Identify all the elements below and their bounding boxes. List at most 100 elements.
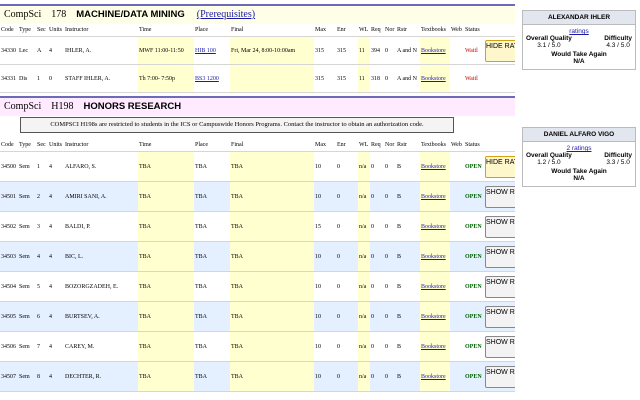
cell-final: TBA: [230, 271, 314, 302]
cell-instructor: BIC, L.: [64, 241, 138, 272]
column-header-textbooks: Textbooks: [420, 24, 450, 37]
cell-rstr: B: [396, 361, 420, 392]
column-header-wl: WL: [358, 139, 370, 152]
cell-req: 0: [370, 211, 384, 242]
column-header-rating: [484, 139, 515, 152]
cell-place[interactable]: HIB 100: [194, 36, 230, 65]
cell-textbooks[interactable]: Bookstore: [420, 331, 450, 362]
cell-status: OPEN: [464, 241, 484, 272]
cell-wl: n/a: [358, 181, 370, 212]
cell-req: 0: [370, 301, 384, 332]
cell-web: [450, 331, 464, 362]
column-header-time: Time: [138, 139, 194, 152]
cell-sec: 8: [36, 361, 48, 392]
cell-rating: HIDE RATING: [484, 36, 515, 65]
cell-rstr: B: [396, 211, 420, 242]
column-header-nor: Nor: [384, 24, 396, 37]
show-rating-button[interactable]: SHOW RATING: [485, 275, 515, 298]
cell-sec: 3: [36, 211, 48, 242]
cell-wl: n/a: [358, 361, 370, 392]
ratings-link[interactable]: 2 ratings: [523, 145, 635, 152]
cell-units: 4: [48, 241, 64, 272]
table-row: 34500 Sem 1 4 ALFARO, S. TBA TBA TBA 10 0 n/a 0 0 B Bo…: [0, 151, 515, 182]
cell-place: TBA: [194, 331, 230, 362]
prerequisites-link[interactable]: (Prerequisites): [197, 9, 255, 20]
column-header-final: Final: [230, 24, 314, 37]
cell-nor: 0: [384, 301, 396, 332]
cell-final: TBA: [230, 331, 314, 362]
cell-textbooks[interactable]: Bookstore: [420, 361, 450, 392]
cell-textbooks[interactable]: Bookstore: [420, 181, 450, 212]
cell-max: 10: [314, 331, 336, 362]
cell-textbooks[interactable]: Bookstore: [420, 151, 450, 182]
cell-rstr: B: [396, 241, 420, 272]
cell-wl: n/a: [358, 211, 370, 242]
take-again-label: Would Take Again: [551, 51, 607, 58]
cell-rating: SHOW RATING: [484, 301, 515, 332]
cell-rating: HIDE RATING: [484, 151, 515, 182]
restriction-notice: COMPSCI H198s are restricted to students…: [20, 117, 454, 133]
cell-nor: 0: [384, 361, 396, 392]
cell-units: 4: [48, 301, 64, 332]
show-rating-button[interactable]: SHOW RATING: [485, 245, 515, 268]
course-number: H198: [51, 101, 74, 112]
column-header-place: Place: [194, 24, 230, 37]
cell-enr: 0: [336, 181, 358, 212]
cell-place: TBA: [194, 301, 230, 332]
table-row: 34501 Sem 2 4 AMIRI SANI, A. TBA TBA TBA 10 0 n/a 0…: [0, 181, 515, 212]
cell-type: Lec: [18, 36, 36, 65]
hide-rating-button[interactable]: HIDE RATING: [485, 155, 515, 178]
table-row: 34331 Dis 1 0 STAFF IHLER, A. Th 7:00- 7:50p B…: [0, 64, 515, 93]
column-header-max: Max: [314, 139, 336, 152]
cell-type: Sem: [18, 361, 36, 392]
cell-units: 0: [48, 64, 64, 93]
cell-req: 0: [370, 241, 384, 272]
cell-max: 315: [314, 64, 336, 93]
show-rating-button[interactable]: SHOW RATING: [485, 305, 515, 328]
cell-time: TBA: [138, 151, 194, 182]
show-rating-button[interactable]: SHOW RATING: [485, 335, 515, 358]
column-header-place: Place: [194, 139, 230, 152]
cell-enr: 315: [336, 36, 358, 65]
show-rating-button[interactable]: SHOW RATING: [485, 365, 515, 388]
cell-wl: 11: [358, 64, 370, 93]
cell-time: TBA: [138, 241, 194, 272]
cell-status: OPEN: [464, 151, 484, 182]
cell-type: Sem: [18, 151, 36, 182]
show-rating-button[interactable]: SHOW RATING: [485, 185, 515, 208]
cell-final: TBA: [230, 241, 314, 272]
show-rating-button[interactable]: SHOW RATING: [485, 215, 515, 238]
cell-textbooks[interactable]: Bookstore: [420, 271, 450, 302]
hide-rating-button[interactable]: HIDE RATING: [485, 39, 515, 62]
column-header-units: Units: [48, 24, 64, 37]
difficulty-value: 3.3 / 5.0: [606, 159, 630, 166]
cell-textbooks[interactable]: Bookstore: [420, 241, 450, 272]
cell-place[interactable]: BS3 1200: [194, 64, 230, 93]
cell-textbooks[interactable]: Bookstore: [420, 36, 450, 65]
cell-time: TBA: [138, 301, 194, 332]
cell-time: TBA: [138, 271, 194, 302]
cell-rating: SHOW RATING: [484, 361, 515, 392]
cell-instructor: BOZORGZADEH, E.: [64, 271, 138, 302]
cell-final: TBA: [230, 211, 314, 242]
cell-textbooks[interactable]: Bookstore: [420, 211, 450, 242]
column-header-textbooks: Textbooks: [420, 139, 450, 152]
cell-nor: 0: [384, 271, 396, 302]
cell-rstr: B: [396, 271, 420, 302]
table-row: 34502 Sem 3 4 BALDI, P. TBA TBA TBA 15 0 n/a 0 0 B Boo…: [0, 211, 515, 242]
cell-nor: 0: [384, 331, 396, 362]
column-header-type: Type: [18, 24, 36, 37]
cell-textbooks[interactable]: Bookstore: [420, 301, 450, 332]
cell-place: TBA: [194, 211, 230, 242]
cell-textbooks[interactable]: Bookstore: [420, 64, 450, 93]
cell-units: 4: [48, 271, 64, 302]
ratings-link[interactable]: ratings: [523, 28, 635, 35]
difficulty-label: Difficulty: [604, 152, 632, 159]
cell-code: 34331: [0, 64, 18, 93]
cell-sec: 2: [36, 181, 48, 212]
cell-type: Sem: [18, 241, 36, 272]
column-header-enr: Enr: [336, 139, 358, 152]
course-number: 178: [51, 9, 67, 20]
cell-req: 0: [370, 271, 384, 302]
cell-web: [450, 211, 464, 242]
